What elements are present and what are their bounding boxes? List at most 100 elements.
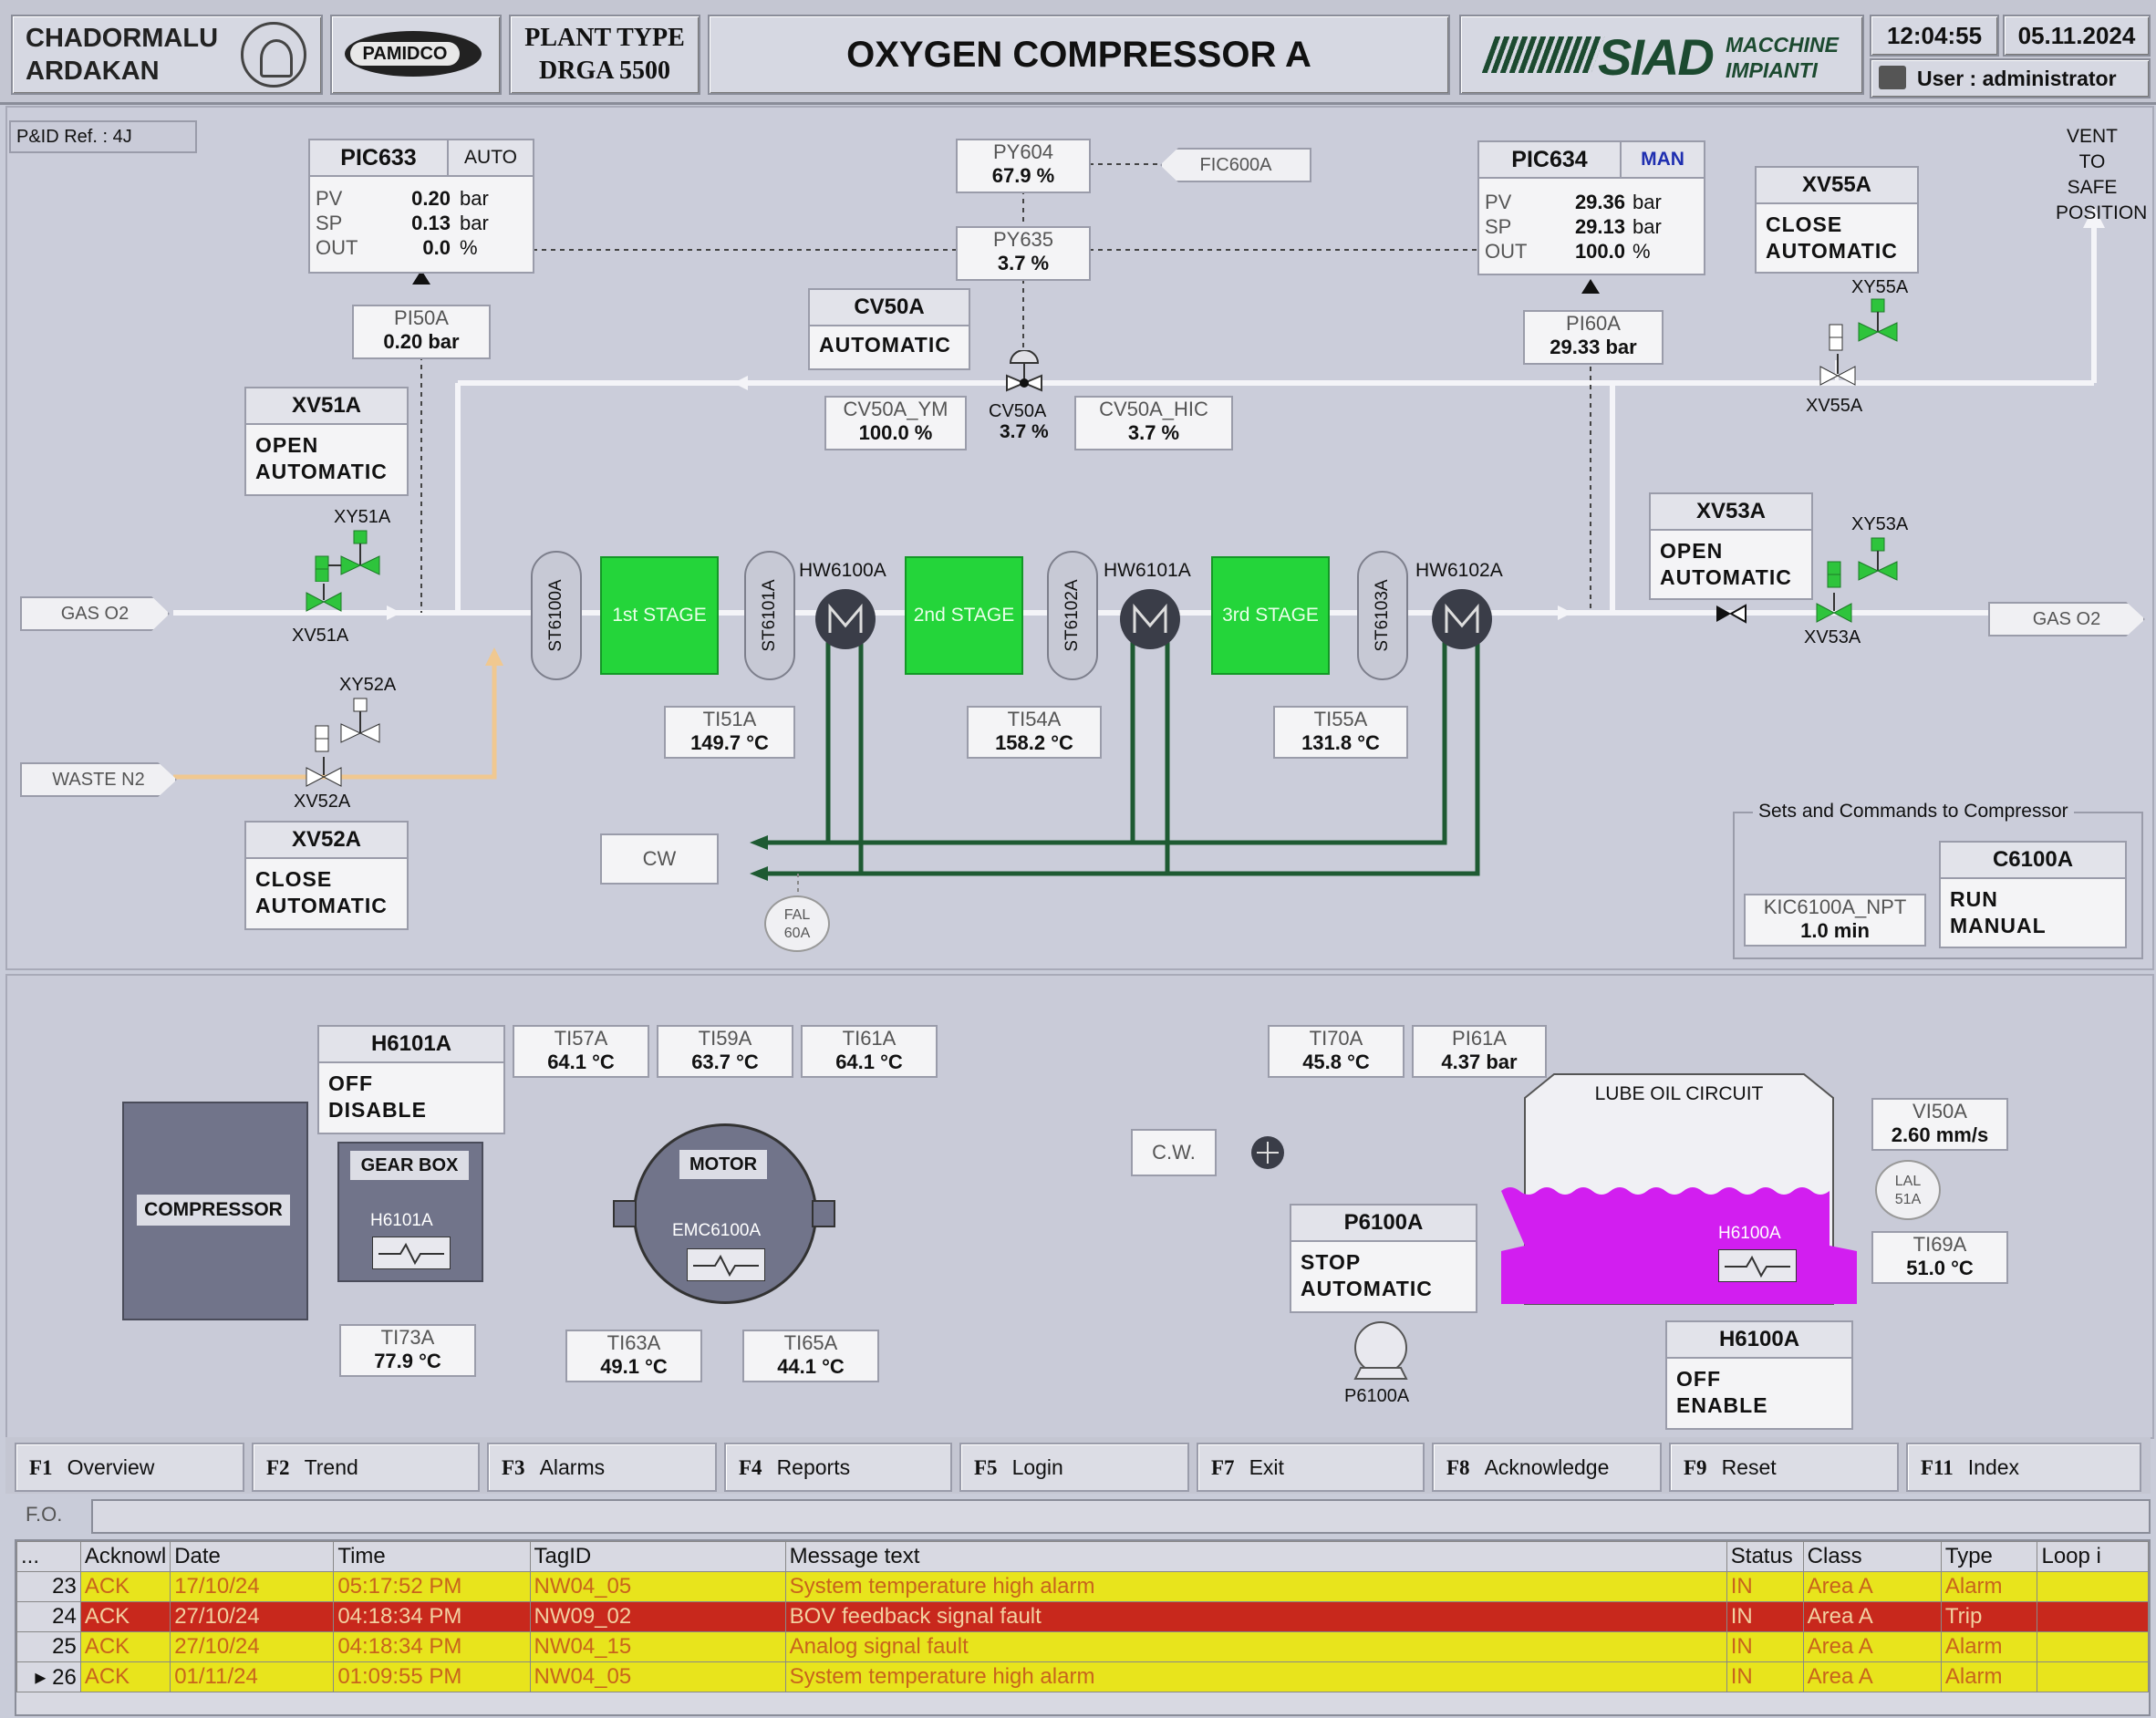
gearbox-block[interactable]: GEAR BOX H6101A: [337, 1142, 483, 1282]
pi61a-box[interactable]: PI61A 4.37 bar: [1412, 1025, 1547, 1078]
col-class[interactable]: Class: [1802, 1541, 1942, 1572]
alarm-row[interactable]: 25 ACK 27/10/24 04:18:34 PM NW04_15 Anal…: [16, 1631, 2149, 1662]
f2-trend-button[interactable]: F2 Trend: [252, 1443, 480, 1492]
lube-oil-tank[interactable]: LUBE OIL CIRCUIT H6100A: [1499, 1072, 1859, 1306]
xv51a-valve-icon[interactable]: [305, 584, 343, 618]
col-type[interactable]: Type: [1940, 1541, 2038, 1572]
pic634-mode[interactable]: MAN: [1622, 142, 1704, 179]
ti51a-box[interactable]: TI51A 149.7 °C: [664, 706, 795, 759]
alarm-row[interactable]: 24 ACK 27/10/24 04:18:34 PM NW09_02 BOV …: [16, 1601, 2149, 1632]
c6100a-state1: RUN: [1950, 887, 1998, 911]
strainer-st6103a[interactable]: ST6103A: [1357, 551, 1408, 680]
ti70a-box[interactable]: TI70A 45.8 °C: [1268, 1025, 1405, 1078]
p6100a-pump-icon[interactable]: [1348, 1320, 1414, 1381]
f11-key: F11: [1921, 1456, 1954, 1479]
pi50a-box[interactable]: PI50A 0.20 bar: [352, 305, 491, 359]
col-message[interactable]: Message text: [784, 1541, 1727, 1572]
strainer-st6102a[interactable]: ST6102A: [1047, 551, 1098, 680]
stage-3[interactable]: 3rd STAGE: [1211, 556, 1330, 675]
f3-alarms-button[interactable]: F3 Alarms: [487, 1443, 717, 1492]
p6100a-faceplate[interactable]: P6100A STOP AUTOMATIC: [1290, 1204, 1477, 1313]
motor-heater-icon[interactable]: [687, 1248, 765, 1281]
lube-cooler-icon[interactable]: [1249, 1134, 1286, 1171]
ti69a-box[interactable]: TI69A 51.0 °C: [1871, 1231, 2008, 1284]
p6100a-name: P6100A: [1291, 1206, 1476, 1242]
ti54a-box[interactable]: TI54A 158.2 °C: [967, 706, 1102, 759]
strainer-st6100a[interactable]: ST6100A: [531, 551, 582, 680]
pi60a-box[interactable]: PI60A 29.33 bar: [1523, 310, 1664, 365]
ti69a-name: TI69A: [1912, 1233, 1967, 1256]
kic6100a-box[interactable]: KIC6100A_NPT 1.0 min: [1744, 894, 1926, 947]
pic633-faceplate[interactable]: PIC633 AUTO PV SP OUT 0.20 0.13 0.0 bar bar%: [308, 139, 534, 274]
ti61a-box[interactable]: TI61A 64.1 °C: [801, 1025, 938, 1078]
col-date[interactable]: Date: [170, 1541, 335, 1572]
hw6100a-cooler-icon[interactable]: [814, 587, 877, 651]
col-time[interactable]: Time: [333, 1541, 531, 1572]
f11-index-button[interactable]: F11 Index: [1906, 1443, 2141, 1492]
col-tagid[interactable]: TagID: [529, 1541, 786, 1572]
xv51a-faceplate[interactable]: XV51A OPEN AUTOMATIC: [244, 387, 409, 496]
ti59a-box[interactable]: TI59A 63.7 °C: [657, 1025, 793, 1078]
cv50a-hic-box[interactable]: CV50A_HIC 3.7 %: [1074, 396, 1233, 450]
ti57a-box[interactable]: TI57A 64.1 °C: [513, 1025, 649, 1078]
xv53a-faceplate[interactable]: XV53A OPEN AUTOMATIC: [1649, 492, 1813, 600]
f2-key: F2: [266, 1456, 290, 1479]
alarm-row-time: 05:17:52 PM: [333, 1571, 531, 1602]
col-status[interactable]: Status: [1726, 1541, 1804, 1572]
f5-login-button[interactable]: F5 Login: [959, 1443, 1189, 1492]
lube-heater-icon[interactable]: [1718, 1249, 1797, 1282]
cv50a-faceplate[interactable]: CV50A AUTOMATIC: [808, 288, 970, 370]
f9-reset-button[interactable]: F9 Reset: [1669, 1443, 1899, 1492]
col-ack[interactable]: Acknowl: [79, 1541, 171, 1572]
xv55a-valve-icon[interactable]: [1819, 354, 1857, 390]
lal51a-indicator[interactable]: LAL 51A: [1875, 1160, 1941, 1220]
ti55a-box[interactable]: TI55A 131.8 °C: [1273, 706, 1408, 759]
hw6102a-cooler-icon[interactable]: [1430, 587, 1494, 651]
f4-reports-button[interactable]: F4 Reports: [724, 1443, 952, 1492]
ti54a-value: 158.2 °C: [995, 731, 1073, 754]
xv52a-faceplate[interactable]: XV52A CLOSE AUTOMATIC: [244, 821, 409, 930]
h6100a-faceplate[interactable]: H6100A OFF ENABLE: [1665, 1320, 1853, 1430]
pic634-faceplate[interactable]: PIC634 MAN PV SP OUT 29.36 29.13 100.0 bar ba…: [1477, 140, 1705, 275]
vi50a-box[interactable]: VI50A 2.60 mm/s: [1871, 1098, 2008, 1151]
col-loop[interactable]: Loop i: [2037, 1541, 2149, 1572]
motor-block[interactable]: MOTOR EMC6100A: [633, 1123, 817, 1304]
compressor-block[interactable]: COMPRESSOR: [122, 1102, 308, 1320]
fo-input[interactable]: [91, 1499, 2151, 1534]
ti65a-name: TI65A: [783, 1331, 838, 1354]
py635-box[interactable]: PY635 3.7 %: [956, 226, 1091, 281]
alarm-row[interactable]: 23 ACK 17/10/24 05:17:52 PM NW04_05 Syst…: [16, 1571, 2149, 1602]
alarm-row-loop: [2037, 1571, 2149, 1602]
f1-overview-button[interactable]: F1 Overview: [15, 1443, 244, 1492]
ti65a-box[interactable]: TI65A 44.1 °C: [742, 1330, 879, 1382]
f7-exit-button[interactable]: F7 Exit: [1197, 1443, 1425, 1492]
ti63a-box[interactable]: TI63A 49.1 °C: [565, 1330, 702, 1382]
xy51a-solenoid-icon[interactable]: [314, 529, 387, 583]
cv50a-control-valve-icon[interactable]: [1003, 349, 1045, 396]
strainer-st6102a-label: ST6102A: [1062, 579, 1082, 652]
stage-1[interactable]: 1st STAGE: [600, 556, 719, 675]
ti73a-box[interactable]: TI73A 77.9 °C: [339, 1324, 476, 1377]
xv53a-state1: OPEN: [1660, 539, 1724, 563]
xv53a-valve-icon[interactable]: [1815, 593, 1853, 629]
col-index[interactable]: ...: [16, 1541, 81, 1572]
alarm-row[interactable]: ▸ 26 ACK 01/11/24 01:09:55 PM NW04_05 Sy…: [16, 1661, 2149, 1692]
xy55a-solenoid-icon[interactable]: [1826, 297, 1902, 352]
pic633-mode[interactable]: AUTO: [449, 140, 533, 177]
xy52a-solenoid-icon[interactable]: [314, 697, 387, 762]
alarm-row-time: 04:18:34 PM: [333, 1631, 531, 1662]
xy53a-solenoid-icon[interactable]: [1824, 536, 1901, 591]
fal60a-indicator[interactable]: FAL 60A: [764, 895, 830, 952]
gearbox-heater-icon[interactable]: [372, 1237, 451, 1269]
hw6101a-cooler-icon[interactable]: [1118, 587, 1182, 651]
stage-2[interactable]: 2nd STAGE: [905, 556, 1023, 675]
h6101a-faceplate[interactable]: H6101A OFF DISABLE: [317, 1025, 505, 1134]
strainer-st6101a[interactable]: ST6101A: [744, 551, 795, 680]
xv55a-faceplate[interactable]: XV55A CLOSE AUTOMATIC: [1755, 166, 1919, 274]
c6100a-faceplate[interactable]: C6100A RUN MANUAL: [1939, 841, 2127, 948]
kic6100a-name: KIC6100A_NPT: [1763, 895, 1907, 918]
xv52a-valve-icon[interactable]: [305, 757, 343, 793]
f8-acknowledge-button[interactable]: F8 Acknowledge: [1432, 1443, 1662, 1492]
cv50a-ym-box[interactable]: CV50A_YM 100.0 %: [824, 396, 967, 450]
py604-box[interactable]: PY604 67.9 %: [956, 139, 1091, 193]
